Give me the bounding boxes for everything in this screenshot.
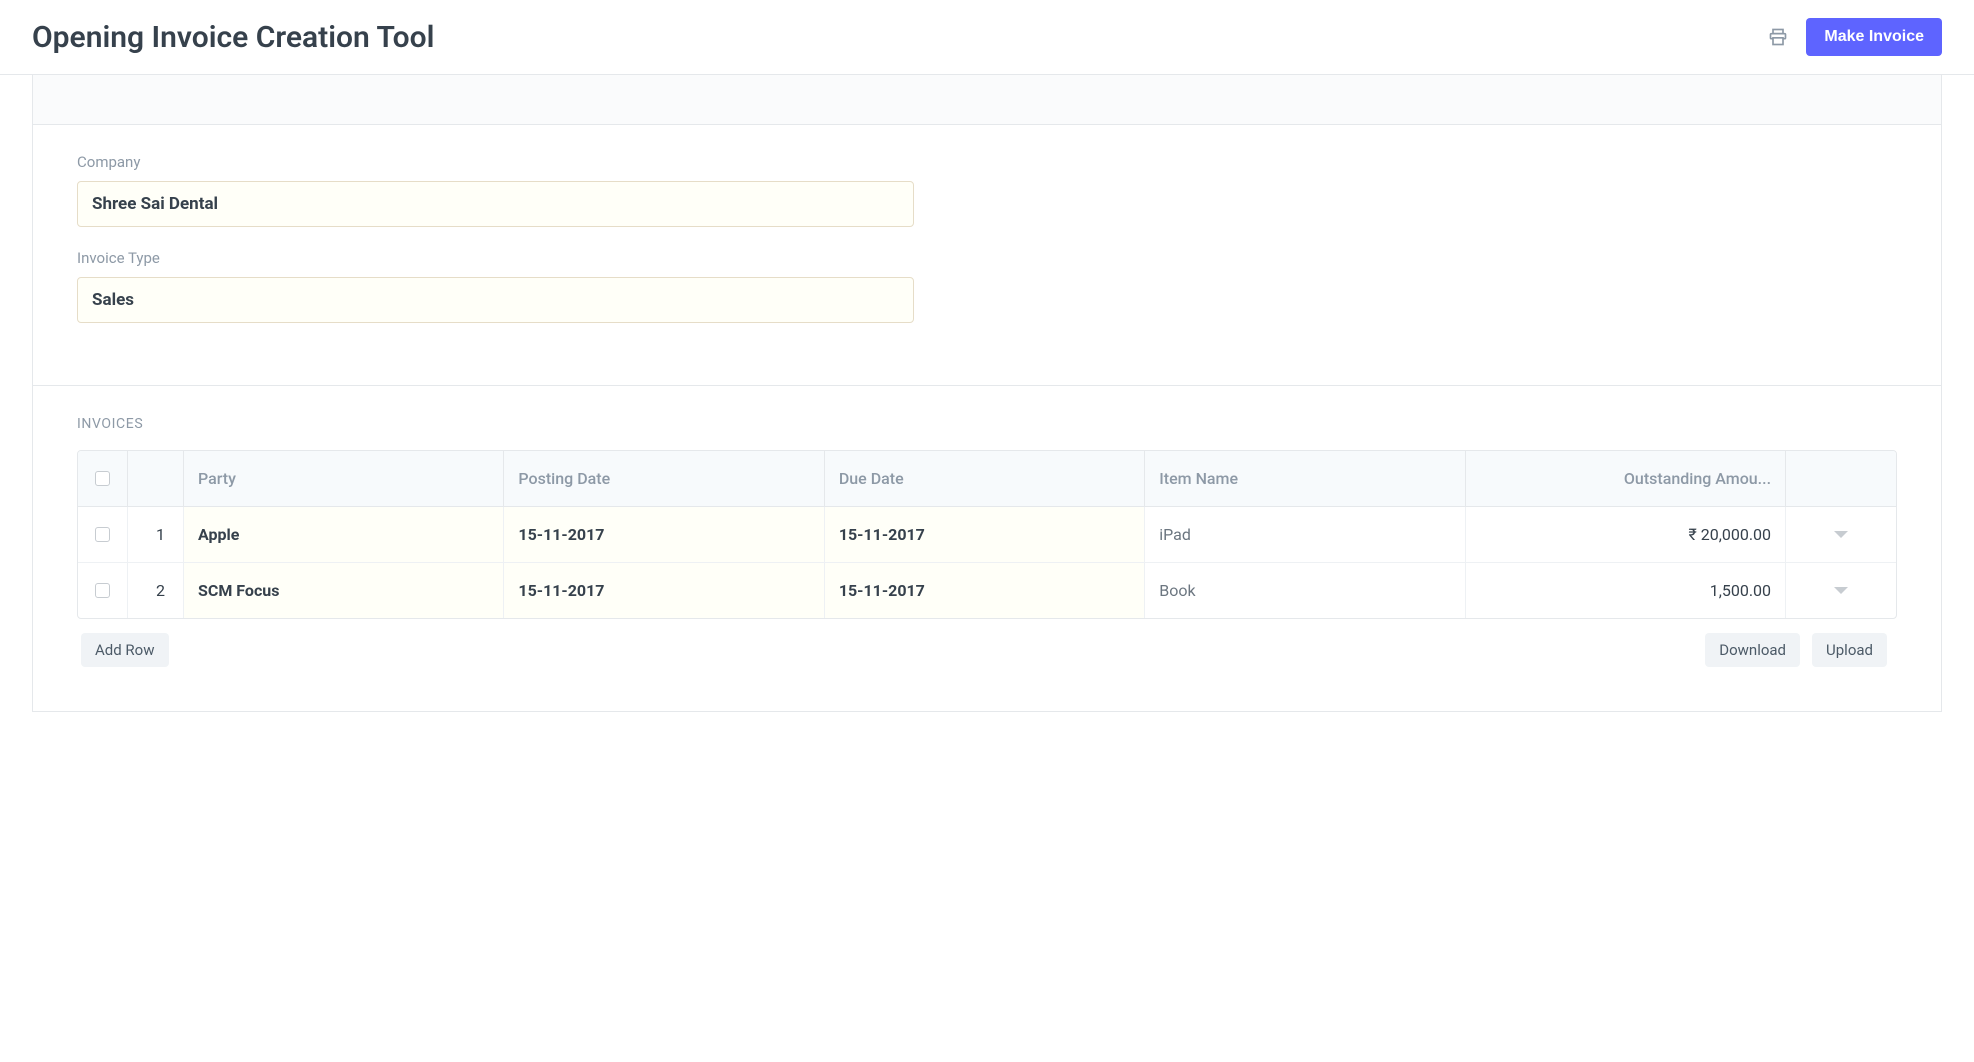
card-top-strip — [33, 75, 1941, 125]
page-header: Opening Invoice Creation Tool Make Invoi… — [0, 0, 1974, 75]
content: Company Invoice Type INVOICES — [0, 75, 1974, 744]
upload-button[interactable]: Upload — [1812, 633, 1887, 667]
header-check-cell — [78, 451, 128, 506]
table-row[interactable]: 1 Apple 15-11-2017 15-11-2017 iPad ₹ 20,… — [78, 507, 1896, 563]
row-actions[interactable] — [1786, 563, 1896, 618]
company-input[interactable] — [77, 181, 914, 227]
header-idx-cell — [128, 451, 184, 506]
row-check-cell — [78, 507, 128, 562]
row-check-cell — [78, 563, 128, 618]
company-label: Company — [77, 153, 914, 171]
invoices-section-title: INVOICES — [77, 416, 1897, 432]
invoice-type-control: Invoice Type — [77, 249, 914, 323]
row-idx: 1 — [128, 507, 184, 562]
row-due-date[interactable]: 15-11-2017 — [825, 563, 1145, 618]
row-item-name[interactable]: iPad — [1145, 507, 1465, 562]
make-invoice-button[interactable]: Make Invoice — [1806, 18, 1942, 56]
header-due-date[interactable]: Due Date — [825, 451, 1145, 506]
header-party[interactable]: Party — [184, 451, 504, 506]
company-control: Company — [77, 153, 914, 227]
invoices-table: Party Posting Date Due Date Item Name Ou… — [77, 450, 1897, 619]
row-posting-date[interactable]: 15-11-2017 — [504, 507, 824, 562]
select-all-checkbox[interactable] — [95, 471, 110, 486]
row-outstanding[interactable]: ₹ 20,000.00 — [1466, 507, 1786, 562]
row-party[interactable]: SCM Focus — [184, 563, 504, 618]
form-section: Company Invoice Type — [33, 125, 1941, 386]
table-header-row: Party Posting Date Due Date Item Name Ou… — [78, 451, 1896, 507]
row-checkbox[interactable] — [95, 527, 110, 542]
row-party[interactable]: Apple — [184, 507, 504, 562]
table-footer: Add Row Download Upload — [77, 619, 1897, 667]
print-icon[interactable] — [1768, 27, 1788, 47]
invoice-type-input[interactable] — [77, 277, 914, 323]
row-outstanding[interactable]: 1,500.00 — [1466, 563, 1786, 618]
page-title: Opening Invoice Creation Tool — [32, 20, 434, 55]
row-due-date[interactable]: 15-11-2017 — [825, 507, 1145, 562]
row-item-name[interactable]: Book — [1145, 563, 1465, 618]
header-item-name[interactable]: Item Name — [1145, 451, 1465, 506]
invoices-section: INVOICES Party Posting Date Due Date Ite… — [33, 386, 1941, 711]
row-actions[interactable] — [1786, 507, 1896, 562]
header-posting-date[interactable]: Posting Date — [504, 451, 824, 506]
row-checkbox[interactable] — [95, 583, 110, 598]
row-idx: 2 — [128, 563, 184, 618]
table-row[interactable]: 2 SCM Focus 15-11-2017 15-11-2017 Book 1… — [78, 563, 1896, 618]
footer-right: Download Upload — [1705, 633, 1887, 667]
invoice-type-label: Invoice Type — [77, 249, 914, 267]
header-actions-cell — [1786, 451, 1896, 506]
chevron-down-icon — [1834, 587, 1848, 594]
add-row-button[interactable]: Add Row — [81, 633, 169, 667]
main-card: Company Invoice Type INVOICES — [32, 75, 1942, 712]
header-actions: Make Invoice — [1768, 18, 1942, 56]
header-outstanding[interactable]: Outstanding Amou... — [1466, 451, 1786, 506]
chevron-down-icon — [1834, 531, 1848, 538]
download-button[interactable]: Download — [1705, 633, 1800, 667]
row-posting-date[interactable]: 15-11-2017 — [504, 563, 824, 618]
